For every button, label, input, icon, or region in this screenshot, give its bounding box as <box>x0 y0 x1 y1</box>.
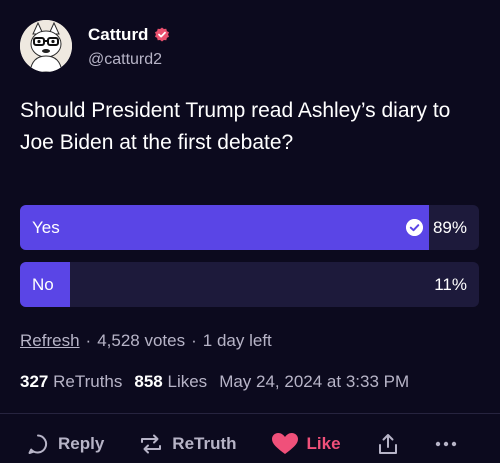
likes-stat[interactable]: 858 Likes <box>134 372 207 391</box>
reply-icon <box>28 434 48 454</box>
share-icon <box>378 434 397 454</box>
like-label: Like <box>306 434 341 453</box>
likes-label: Likes <box>167 372 208 391</box>
reply-button[interactable]: Reply <box>26 432 104 456</box>
selected-check-icon <box>406 219 423 236</box>
display-name-row: Catturd <box>88 23 170 47</box>
likes-count: 858 <box>134 372 163 391</box>
heart-icon <box>271 433 298 454</box>
post-timestamp: May 24, 2024 at 3:33 PM <box>219 372 410 391</box>
post-header: Catturd @catturd2 <box>20 18 170 74</box>
poll-fill-yes <box>20 205 429 250</box>
display-name[interactable]: Catturd <box>88 25 148 45</box>
post-text: Should President Trump read Ashley’s dia… <box>20 99 451 154</box>
retruth-button[interactable]: ReTruth <box>138 432 237 456</box>
retruth-icon <box>141 434 162 454</box>
refresh-link[interactable]: Refresh <box>20 331 80 350</box>
poll-label-no: No <box>32 275 54 294</box>
verified-badge-icon <box>155 27 170 42</box>
cat-avatar-icon <box>20 20 72 72</box>
retruth-label: ReTruth <box>172 434 237 453</box>
retruths-count: 327 <box>20 372 49 391</box>
post-stats: 327 ReTruths 858 Likes May 24, 2024 at 3:3… <box>20 370 409 394</box>
action-bar: Reply ReTruth Like <box>26 428 457 460</box>
poll-option-no[interactable]: No 11% <box>20 262 479 307</box>
handle[interactable]: @catturd2 <box>88 51 170 69</box>
poll-option-yes[interactable]: Yes 89% <box>20 205 479 250</box>
vote-count: 4,528 votes <box>97 331 186 350</box>
like-button[interactable]: Like <box>271 432 341 456</box>
more-options-button[interactable] <box>435 432 457 456</box>
separator-dot: · <box>85 331 92 350</box>
author-info: Catturd @catturd2 <box>88 23 170 69</box>
separator-dot: · <box>191 331 197 350</box>
poll-percent-no: 11% <box>434 275 467 294</box>
more-options-icon <box>435 441 456 447</box>
reply-label: Reply <box>58 434 105 453</box>
share-button[interactable] <box>377 432 399 456</box>
poll-label-yes: Yes <box>32 218 60 237</box>
retruths-label: ReTruths <box>53 372 123 391</box>
avatar[interactable] <box>20 20 72 72</box>
time-left: 1 day left <box>202 331 272 350</box>
poll-percent-yes: 89% <box>432 218 467 237</box>
divider <box>0 413 500 414</box>
retruths-stat[interactable]: 327 ReTruths <box>20 372 122 391</box>
poll-meta: Refresh · 4,528 votes · 1 day left <box>20 329 272 353</box>
